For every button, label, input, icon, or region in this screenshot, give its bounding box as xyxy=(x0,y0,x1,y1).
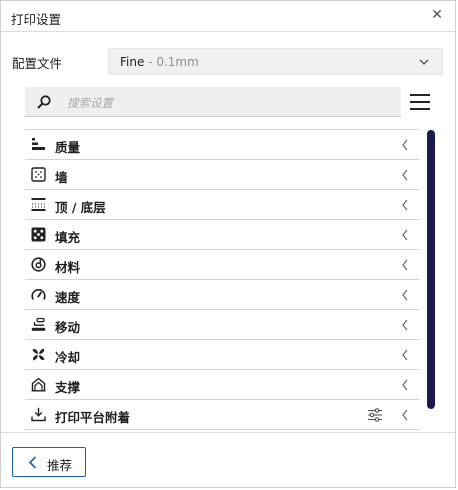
category-label: 材料 xyxy=(55,260,81,275)
chevron-left-icon xyxy=(402,139,408,151)
category-label: 填充 xyxy=(55,230,81,245)
footer-divider xyxy=(1,432,455,433)
category-label: 速度 xyxy=(55,290,81,305)
search-input[interactable]: 搜索设置 xyxy=(67,95,113,111)
chevron-left-icon xyxy=(402,229,408,241)
profile-value: Fine - 0.1mm xyxy=(120,55,199,69)
category-material[interactable]: 材料 xyxy=(25,250,419,280)
chevron-down-icon xyxy=(419,59,429,65)
chevron-left-icon xyxy=(402,379,408,391)
chevron-left-icon xyxy=(402,349,408,361)
recommended-button[interactable]: 推荐 xyxy=(12,447,86,477)
category-label: 冷却 xyxy=(55,350,81,365)
profile-dropdown[interactable]: Fine - 0.1mm xyxy=(108,48,443,75)
search-bar[interactable]: 搜索设置 xyxy=(25,87,401,117)
chevron-left-icon xyxy=(402,259,408,271)
category-label: 墙 xyxy=(55,170,68,185)
infill-icon xyxy=(31,227,46,242)
chevron-left-icon xyxy=(402,409,408,421)
category-top-bottom[interactable]: 顶 / 底层 xyxy=(25,190,419,220)
support-icon xyxy=(31,377,46,392)
chevron-left-icon xyxy=(402,319,408,331)
speed-icon xyxy=(31,289,46,300)
category-label: 顶 / 底层 xyxy=(55,200,106,215)
top-bottom-icon xyxy=(31,198,46,211)
cooling-fan-icon xyxy=(32,348,45,361)
category-travel[interactable]: 移动 xyxy=(25,310,419,340)
scrollbar-thumb[interactable] xyxy=(427,130,435,409)
profile-label: 配置文件 xyxy=(12,56,63,71)
close-icon[interactable]: ✕ xyxy=(431,7,443,23)
category-label: 打印平台附着 xyxy=(55,410,131,425)
category-wall[interactable]: 墙 xyxy=(25,160,419,190)
chevron-left-icon xyxy=(402,199,408,211)
panel-header: 打印设置 ✕ xyxy=(1,1,455,32)
profile-detail: 0.1mm xyxy=(156,55,199,69)
hamburger-menu-icon[interactable] xyxy=(410,93,430,111)
category-build-plate-adhesion[interactable]: 打印平台附着 xyxy=(25,400,419,430)
travel-icon xyxy=(31,317,46,331)
panel-title: 打印设置 xyxy=(11,12,62,27)
chevron-left-icon xyxy=(402,289,408,301)
category-label: 质量 xyxy=(55,140,81,155)
category-infill[interactable]: 填充 xyxy=(25,220,419,250)
chevron-left-icon xyxy=(402,169,408,181)
quality-icon xyxy=(32,138,45,150)
category-cooling[interactable]: 冷却 xyxy=(25,340,419,370)
category-list: 质量 墙 顶 / 底层 填充 材料 速度 移动 冷却 支撑 打印平台附着 xyxy=(25,129,419,430)
profile-name: Fine xyxy=(120,55,145,69)
recommended-button-label: 推荐 xyxy=(47,458,73,473)
chevron-left-icon xyxy=(28,456,37,469)
category-label: 支撑 xyxy=(55,380,81,395)
print-settings-panel: 打印设置 ✕ 配置文件 Fine - 0.1mm 搜索设置 质量 墙 顶 / 底… xyxy=(0,0,456,488)
category-speed[interactable]: 速度 xyxy=(25,280,419,310)
wall-icon xyxy=(31,167,46,182)
category-label: 移动 xyxy=(55,320,81,335)
material-icon xyxy=(31,257,46,272)
search-icon xyxy=(37,95,51,109)
settings-visibility-icon[interactable] xyxy=(367,407,383,423)
profile-separator: - xyxy=(144,55,157,69)
category-quality[interactable]: 质量 xyxy=(25,130,419,160)
adhesion-icon xyxy=(31,407,46,422)
category-support[interactable]: 支撑 xyxy=(25,370,419,400)
